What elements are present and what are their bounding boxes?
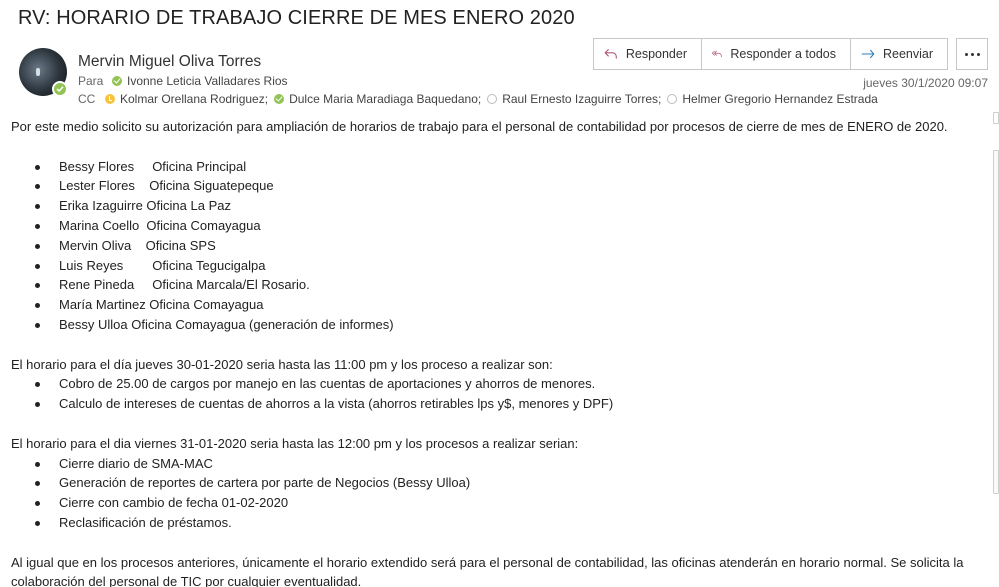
reply-all-arrow-icon [712,50,722,58]
list-item: Lester Flores Oficina Siguatepeque [11,176,987,196]
thursday-task-list: Cobro de 25.00 de cargos por manejo en l… [11,374,987,414]
status-offline-icon [667,94,678,104]
reply-all-label: Responder a todos [730,47,836,61]
reply-arrow-icon [604,49,617,59]
reply-all-button[interactable]: Responder a todos [702,38,851,70]
cc-label: CC [78,92,96,106]
list-item: Erika Izaguirre Oficina La Paz [11,196,987,216]
message-body: Por este medio solicito su autorización … [11,117,987,587]
reply-label: Responder [625,47,687,61]
recipient-name: Ivonne Leticia Valladares Rios [127,74,288,88]
forward-label: Reenviar [882,47,933,61]
list-item: Cobro de 25.00 de cargos por manejo en l… [11,374,987,394]
list-item: Calculo de intereses de cuentas de ahorr… [11,394,987,414]
thursday-paragraph: El horario para el día jueves 30-01-2020… [11,356,553,372]
list-item: Luis Reyes Oficina Tegucigalpa [11,256,987,276]
sent-date: jueves 30/1/2020 09:07 [863,76,988,90]
more-ellipsis-icon [964,52,968,56]
intro-paragraph: Por este medio solicito su autorización … [11,119,948,134]
list-item: Reclasificación de préstamos. [11,513,987,533]
scroll-up-arrow[interactable] [993,112,999,124]
presence-available-icon [52,81,68,97]
list-item: Bessy Ulloa Oficina Comayagua (generació… [11,315,987,335]
status-offline-icon [487,94,498,104]
vertical-scrollbar[interactable] [993,112,999,587]
recipient-name: Helmer Gregorio Hernandez Estrada [682,92,878,106]
reply-button[interactable]: Responder [593,38,702,70]
list-item: Bessy Flores Oficina Principal [11,157,987,177]
list-item: Cierre con cambio de fecha 01-02-2020 [11,493,987,513]
forward-button[interactable]: Reenviar [851,38,948,70]
scroll-thumb[interactable] [993,150,999,494]
to-line: Para Ivonne Leticia Valladares Rios [78,74,294,88]
message-actions: Responder Responder a todos Reenviar [593,38,948,70]
list-item: Generación de reportes de cartera por pa… [11,473,987,493]
cc-recipient[interactable]: Raul Ernesto Izaguirre Torres; [487,92,661,106]
forward-arrow-icon [861,49,875,59]
avatar[interactable] [19,48,68,97]
friday-task-list: Cierre diario de SMA-MAC Generación de r… [11,454,987,533]
friday-paragraph: El horario para el dia viernes 31-01-202… [11,435,579,451]
list-item: Rene Pineda Oficina Marcala/El Rosario. [11,275,987,295]
cc-recipient[interactable]: Helmer Gregorio Hernandez Estrada [667,92,878,106]
to-label: Para [78,74,104,88]
cc-recipient[interactable]: Kolmar Orellana Rodriguez; [105,92,268,106]
list-item: Marina Coello Oficina Comayagua [11,216,987,236]
status-away-icon [105,94,115,104]
to-recipient[interactable]: Ivonne Leticia Valladares Rios [112,74,288,88]
cc-recipient[interactable]: Dulce Maria Maradiaga Baquedano; [274,92,481,106]
sender-name[interactable]: Mervin Miguel Oliva Torres [78,53,261,71]
staff-list: Bessy Flores Oficina Principal Lester Fl… [11,157,987,335]
list-item: Cierre diario de SMA-MAC [11,454,987,474]
list-item: María Martinez Oficina Comayagua [11,295,987,315]
status-available-icon [112,76,122,86]
recipient-name: Raul Ernesto Izaguirre Torres; [502,92,662,106]
email-subject: RV: HORARIO DE TRABAJO CIERRE DE MES ENE… [18,7,575,29]
recipient-name: Kolmar Orellana Rodriguez; [120,92,269,106]
more-actions-button[interactable] [956,38,988,70]
list-item: Mervin Oliva Oficina SPS [11,236,987,256]
closing-paragraph: Al igual que en los procesos anteriores,… [11,554,964,587]
cc-line: CC Kolmar Orellana Rodriguez; Dulce Mari… [78,92,884,106]
avatar-image [36,68,40,76]
status-available-icon [274,94,285,104]
recipient-name: Dulce Maria Maradiaga Baquedano; [289,92,482,106]
